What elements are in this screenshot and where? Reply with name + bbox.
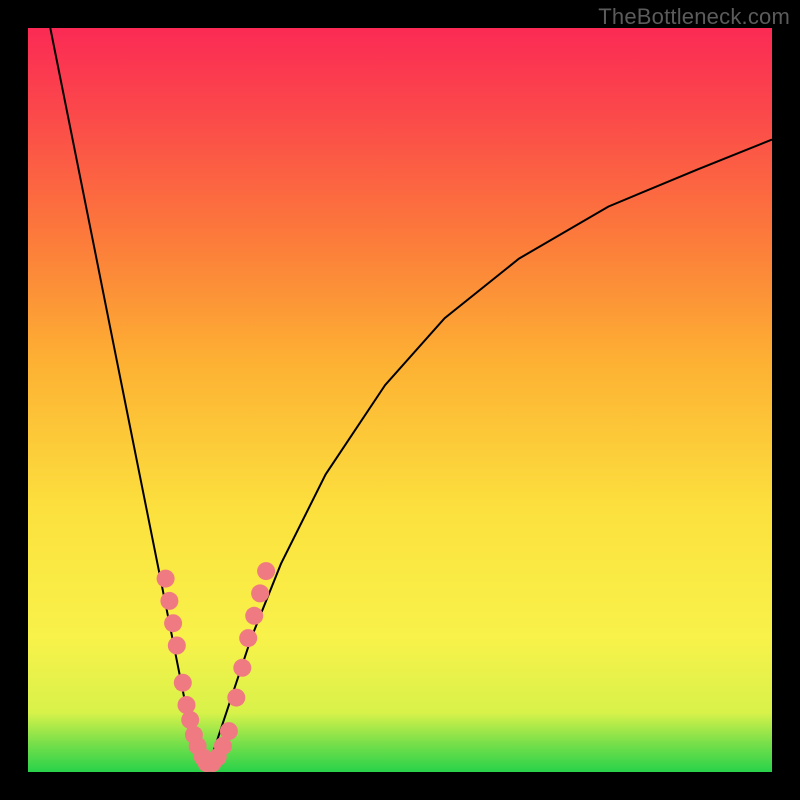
data-point xyxy=(227,689,245,707)
data-point xyxy=(164,614,182,632)
curve-left xyxy=(50,28,206,765)
data-point xyxy=(157,570,175,588)
plot-area xyxy=(28,28,772,772)
data-point xyxy=(257,562,275,580)
curve-right xyxy=(207,140,772,765)
data-point xyxy=(168,637,186,655)
data-point xyxy=(220,722,238,740)
watermark-text: TheBottleneck.com xyxy=(598,4,790,30)
chart-svg xyxy=(28,28,772,772)
data-point xyxy=(160,592,178,610)
data-point xyxy=(245,607,263,625)
data-point xyxy=(251,584,269,602)
data-point xyxy=(233,659,251,677)
data-point xyxy=(174,674,192,692)
data-point xyxy=(239,629,257,647)
data-points xyxy=(157,562,276,772)
chart-frame: TheBottleneck.com xyxy=(0,0,800,800)
